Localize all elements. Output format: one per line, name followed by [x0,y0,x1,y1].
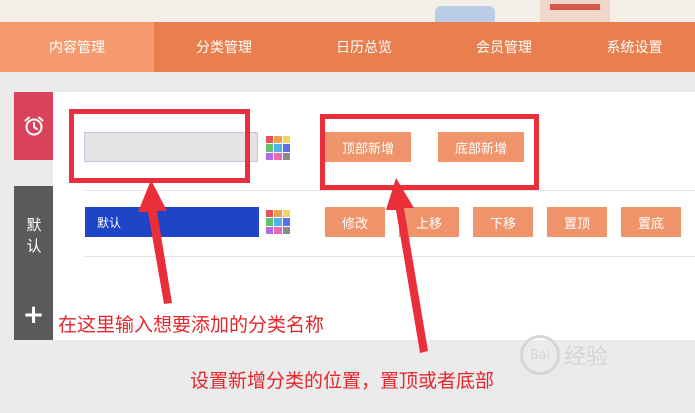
paw-logo-icon: Bai [520,335,560,375]
annotation-input-note: 在这里输入想要添加的分类名称 [58,314,325,336]
annotation-position-note: 设置新增分类的位置，置顶或者底部 [190,370,495,392]
arrow-to-input [138,180,172,304]
watermark-text: 经验 [564,345,609,370]
arrow-to-position-buttons [386,178,428,353]
baidu-jingyan-watermark: Bai 经验 [520,330,660,380]
